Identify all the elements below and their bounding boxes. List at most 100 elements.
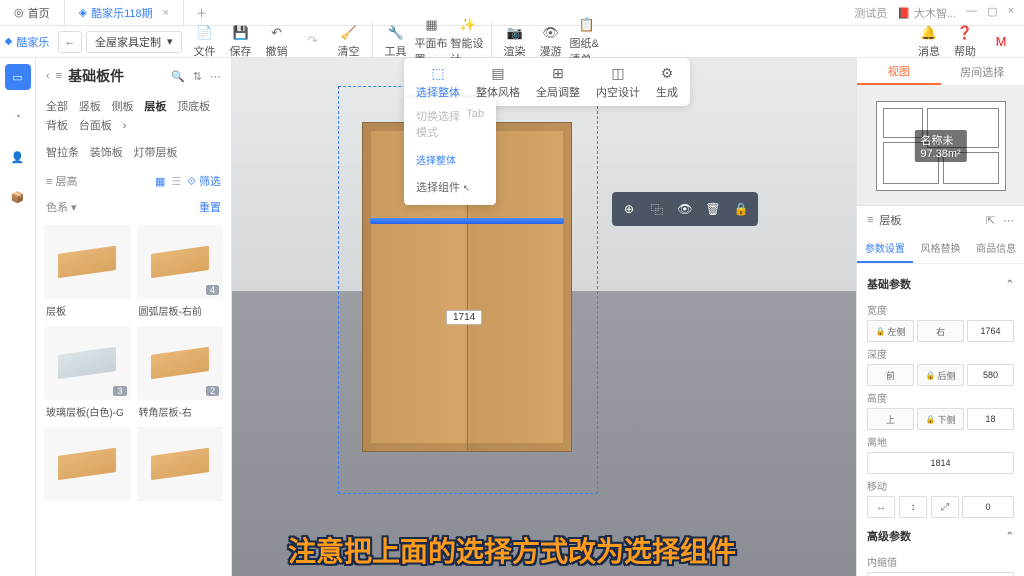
move-label: 移动 [867, 478, 1014, 493]
component-card[interactable]: 3玻璃层板(白色)-G [44, 326, 131, 421]
app-toolbar: ◆酷家乐 ← 全屋家具定制▾ 📄文件 💾保存 ↶撤销 ↷ 🧹清空 🔧工具 ▦平面… [0, 26, 1024, 58]
move-y-icon[interactable]: ↕ [899, 496, 927, 518]
category-row-1: 全部 竖板 侧板 层板 顶底板 背板 台面板 › [36, 94, 231, 140]
width-label: 宽度 [867, 302, 1014, 317]
height-top[interactable]: 上 [867, 408, 914, 430]
width-input[interactable]: 1764 [967, 320, 1014, 342]
panel-more-icon[interactable]: ⋯ [1003, 214, 1014, 227]
dropdown-option-component[interactable]: 选择组件 ↖ [404, 173, 496, 201]
component-card[interactable]: 4圆弧层板-右前 [137, 225, 224, 320]
width-right[interactable]: 右 [917, 320, 964, 342]
brand-logo[interactable]: ◆酷家乐 [0, 34, 54, 50]
nav-back-button[interactable]: ← [58, 31, 82, 53]
user-chip[interactable]: 📕 大木智... [897, 5, 956, 21]
sidebar-menu-icon[interactable]: ≡ [56, 70, 62, 82]
rail-components[interactable]: ▭ [5, 64, 31, 90]
cat-item[interactable]: 竖板 [79, 98, 101, 116]
adjust-button[interactable]: ⊞全局调整 [528, 62, 588, 102]
component-card[interactable]: 层板 [44, 225, 131, 320]
cat-item[interactable]: 顶底板 [177, 98, 210, 116]
win-min[interactable]: — [966, 5, 977, 21]
win-close[interactable]: × [1008, 5, 1014, 21]
component-card[interactable]: 2转角层板-右 [137, 326, 224, 421]
generate-button[interactable]: ⚙生成 [648, 62, 686, 102]
more-icon[interactable]: ⋯ [210, 70, 221, 83]
component-sidebar: ‹ ≡ 基础板件 🔍 ⇅ ⋯ 全部 竖板 侧板 层板 顶底板 背板 台面板 › … [36, 58, 232, 576]
context-toolbar: ⊕ ⿻ 👁 🗑 🔒 [612, 192, 758, 226]
prop-tab-info[interactable]: 商品信息 [968, 234, 1024, 263]
component-card[interactable] [137, 427, 224, 507]
cat-item[interactable]: 台面板 [79, 117, 112, 135]
section-basic[interactable]: 基础参数 [867, 270, 1014, 298]
height-bottom-lock[interactable]: 下侧 [917, 408, 964, 430]
cat-item[interactable]: 侧板 [112, 98, 134, 116]
cat-all[interactable]: 全部 [46, 98, 68, 116]
reset-button[interactable]: 重置 [199, 199, 221, 215]
cat-item[interactable]: 智拉条 [46, 144, 79, 162]
win-max[interactable]: ▢ [987, 5, 997, 21]
tab-home[interactable]: ◎ 首页 [0, 0, 65, 26]
move-z-icon[interactable]: ⤢ [931, 496, 959, 518]
select-mode-button[interactable]: ⬚选择整体 [408, 62, 468, 102]
rail-hardware[interactable]: 📦 [5, 184, 31, 210]
interior-button[interactable]: ◫内空设计 [588, 62, 648, 102]
elev-input[interactable]: 1814 [867, 452, 1014, 474]
ctx-lock[interactable]: 🔒 [728, 196, 754, 222]
inner-label: 内缩值 [867, 554, 1014, 569]
depth-input[interactable]: 580 [967, 364, 1014, 386]
prop-tab-params[interactable]: 参数设置 [857, 234, 913, 263]
tab-project[interactable]: ◈ 酷家乐118期 × [65, 0, 184, 26]
cat-chevron[interactable]: › [123, 117, 127, 135]
minimap-label: 名称未97.38m² [914, 130, 966, 162]
move-x-icon[interactable]: ↔ [867, 496, 895, 518]
sort-icon[interactable]: ⇅ [193, 70, 202, 83]
sidebar-back[interactable]: ‹ [46, 70, 50, 82]
view-grid-icon[interactable]: ▦ [155, 175, 165, 188]
tool-app[interactable]: M [984, 25, 1018, 59]
minimap[interactable]: 名称未97.38m² [857, 86, 1024, 206]
tool-help[interactable]: ❓帮助 [948, 25, 982, 59]
view-list-icon[interactable]: ☰ [171, 175, 181, 188]
component-card[interactable] [44, 427, 131, 507]
video-subtitle: 注意把上面的选择方式改为选择组件 [288, 530, 736, 570]
sidebar-title: 基础板件 [68, 66, 165, 86]
category-row-2: 智拉条 装饰板 灯带层板 [36, 140, 231, 167]
ctx-hide[interactable]: 👁 [672, 196, 698, 222]
inner-input[interactable]: 2 [867, 572, 1014, 576]
rail-materials[interactable]: ◔ [5, 104, 31, 130]
style-button[interactable]: ▤整体风格 [468, 62, 528, 102]
color-select[interactable]: 色系 ▾ [46, 199, 77, 215]
dropdown-option-whole[interactable]: 选择整体 [404, 146, 496, 173]
cat-item[interactable]: 装饰板 [90, 144, 123, 162]
3d-viewport[interactable]: 500 1714 ⬚选择整体 ▤整体风格 ⊞全局调整 ◫内空设计 ⚙生成 切换选… [232, 58, 856, 576]
height-label: 高度 [867, 390, 1014, 405]
right-tab-room[interactable]: 房间选择 [941, 58, 1024, 85]
height-input[interactable]: 18 [967, 408, 1014, 430]
panel-expand-icon[interactable]: ⇱ [986, 214, 995, 227]
width-left-lock[interactable]: 左侧 [867, 320, 914, 342]
ctx-copy[interactable]: ⿻ [644, 196, 670, 222]
cat-item[interactable]: 背板 [46, 117, 68, 135]
ctx-add[interactable]: ⊕ [616, 196, 642, 222]
cat-item[interactable]: 灯带层板 [134, 144, 178, 162]
filter-button[interactable]: ⟐ 筛选 [187, 173, 221, 189]
tool-msg[interactable]: 🔔消息 [912, 25, 946, 59]
breadcrumb-select[interactable]: 全屋家具定制▾ [86, 31, 182, 53]
search-icon[interactable]: 🔍 [171, 70, 185, 83]
right-tab-view[interactable]: 视图 [857, 58, 941, 85]
cat-item-selected[interactable]: 层板 [144, 98, 166, 116]
panel-title: 层板 [879, 212, 901, 228]
status-text: 测试员 [854, 5, 887, 21]
dimension-height: 1714 [446, 310, 482, 325]
depth-label: 深度 [867, 346, 1014, 361]
panel-menu-icon[interactable]: ≡ [867, 214, 873, 226]
prop-tab-style[interactable]: 风格替换 [913, 234, 969, 263]
depth-back-lock[interactable]: 后侧 [917, 364, 964, 386]
move-input[interactable]: 0 [962, 496, 1014, 518]
filter-label: ≡ 层高 [46, 173, 77, 189]
depth-front[interactable]: 前 [867, 364, 914, 386]
rail-profile[interactable]: 👤 [5, 144, 31, 170]
section-advanced[interactable]: 高级参数 [867, 522, 1014, 550]
ctx-delete[interactable]: 🗑 [700, 196, 726, 222]
component-grid: 层板 4圆弧层板-右前 3玻璃层板(白色)-G 2转角层板-右 [36, 219, 231, 513]
